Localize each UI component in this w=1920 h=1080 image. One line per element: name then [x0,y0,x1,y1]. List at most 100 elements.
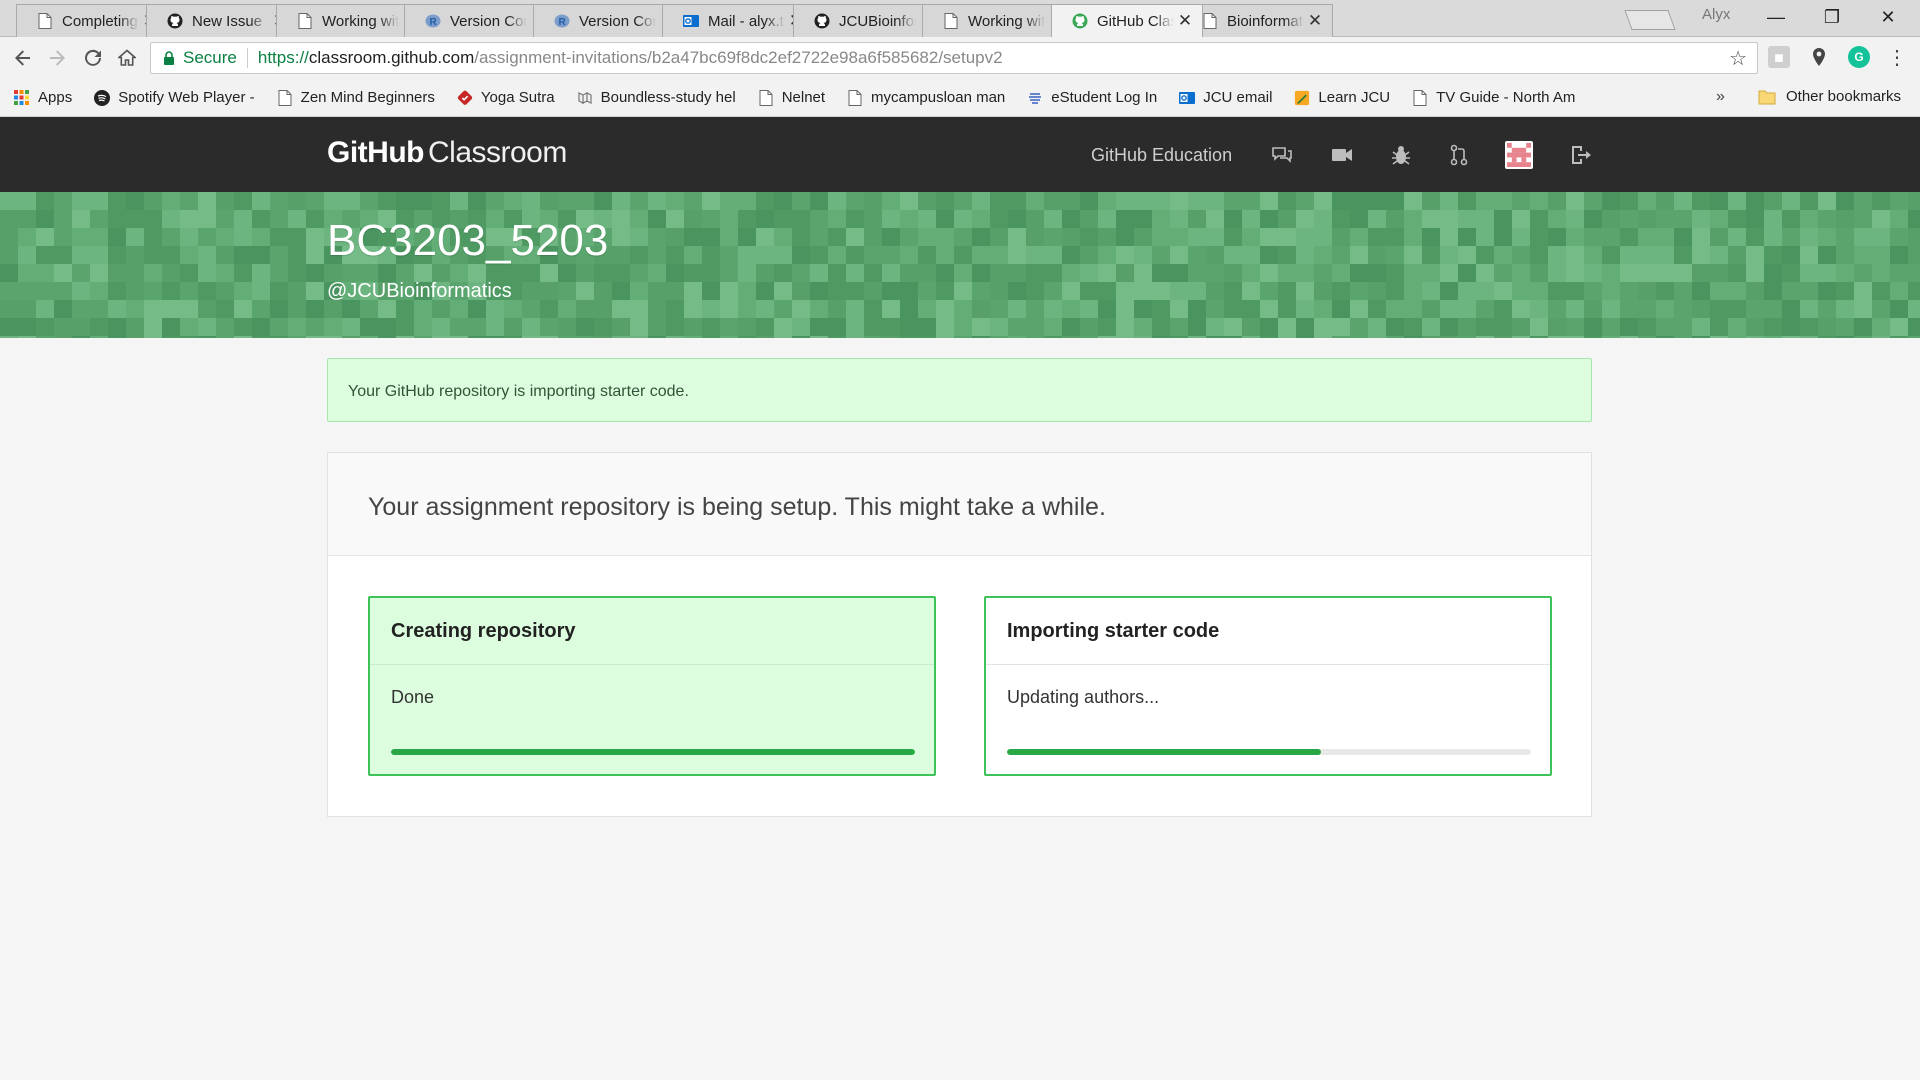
page-icon [37,13,53,29]
bookmark-item[interactable]: Spotify Web Player - [94,89,255,106]
reload-button[interactable] [80,45,106,71]
bookmark-label: eStudent Log In [1051,89,1158,106]
bookmark-item[interactable]: Learn JCU [1294,89,1390,106]
progress-fill [391,749,915,755]
page-icon [943,13,959,29]
bookmark-star-icon[interactable]: ☆ [1729,46,1747,71]
tab-title: Completing [62,12,138,30]
bookmark-item[interactable]: Boundless-study hel [577,89,736,106]
github-icon [814,13,830,29]
tab-close-icon[interactable]: ✕ [1174,11,1196,31]
logo-classroom-text: Classroom [427,136,567,169]
back-button[interactable] [10,45,36,71]
bookmark-label: Nelnet [781,89,826,106]
github-classroom-icon [1072,13,1088,29]
spotify-icon [94,89,111,106]
reload-icon [85,49,101,66]
back-arrow-icon [15,50,30,66]
new-tab-button[interactable] [1624,10,1676,30]
identicon-icon [1507,143,1531,167]
page-icon [297,13,313,29]
tab-close-icon[interactable]: ✕ [1304,11,1326,31]
tab-title: Version Contr [579,12,656,30]
outlook-icon [1179,90,1196,106]
extension-icon[interactable]: ◼ [1768,46,1790,68]
svg-text:R: R [559,17,567,28]
setup-heading: Your assignment repository is being setu… [328,453,1591,556]
forward-button[interactable] [44,45,70,71]
step-creating-repository: Creating repository Done [368,596,936,776]
bookmark-label: Yoga Sutra [480,89,555,106]
bookmarks-bar: Apps Spotify Web Player - Zen Mind Beginne… [0,79,1920,117]
bookmark-item[interactable]: Apps [14,89,72,106]
folder-icon [1758,90,1776,104]
location-extension-icon[interactable] [1808,46,1830,68]
pull-request-icon[interactable] [1447,143,1471,167]
bookmark-item[interactable]: Nelnet [758,89,825,106]
bookmark-item[interactable]: mycampusloan man [847,89,1005,106]
browser-tab-strip: Completing ✕ New Issue · e ✕ Working with ✕ R V… [0,0,1920,37]
bookmark-label: JCU email [1203,89,1273,106]
grammarly-glyph: G [1854,50,1864,64]
github-education-link[interactable]: GitHub Education [1091,145,1232,166]
address-separator [246,48,248,68]
grammarly-icon[interactable]: G [1848,46,1870,68]
step-status: Done [391,687,435,707]
bug-icon[interactable] [1389,143,1413,167]
progress-bar [391,749,915,755]
tab-title: New Issue · e [192,12,269,30]
bookmark-item[interactable]: JCU email [1179,89,1272,106]
bookmark-label: Zen Mind Beginners [300,89,435,106]
setup-panel: Your assignment repository is being setu… [327,452,1592,817]
r-icon: R [554,13,570,29]
maximize-button[interactable]: ❐ [1812,4,1852,30]
logo-github-text: GitHub [327,136,424,169]
progress-fill [1007,749,1322,755]
profile-name[interactable]: Alyx [1702,6,1730,23]
avatar[interactable] [1505,141,1533,169]
url-host: classroom.github.com [308,48,475,67]
bookmark-item[interactable]: Yoga Sutra [457,89,555,106]
sign-out-icon[interactable] [1569,143,1593,167]
browser-tab[interactable]: GitHub Class✕ [1051,4,1203,37]
video-icon[interactable] [1330,143,1354,167]
close-window-button[interactable]: ✕ [1868,4,1908,30]
forward-arrow-icon [50,50,65,66]
browser-tab[interactable]: Mail - alyx.te✕ [662,4,814,37]
step-importing-starter-code: Importing starter code Updating authors.… [984,596,1552,776]
feedback-icon[interactable] [1270,143,1294,167]
tab-title: Version Contr [450,12,527,30]
step-title: Importing starter code [986,598,1550,665]
flash-message: Your GitHub repository is importing star… [327,358,1592,422]
bookmark-item[interactable]: Zen Mind Beginners [277,89,435,106]
estudent-icon [1027,90,1043,106]
minimize-button[interactable]: — [1756,4,1796,30]
github-classroom-logo[interactable]: GitHub Classroom [327,136,567,170]
page-icon [1412,89,1428,106]
pin-icon [1813,48,1825,66]
bookmark-label: mycampusloan man [871,89,1006,106]
tab-title: Bioinformatic [1227,12,1304,30]
tab-title: Working with [968,12,1045,30]
course-hero-banner: BC3203_5203 @JCUBioinformatics [0,192,1920,338]
bookmark-item[interactable]: eStudent Log In [1027,89,1157,106]
home-icon [118,49,136,66]
address-bar[interactable]: Secure https://classroom.github.com/assi… [150,42,1758,74]
course-title: BC3203_5203 [327,216,609,265]
flash-message-text: Your GitHub repository is importing star… [348,383,689,400]
other-bookmarks-label: Other bookmarks [1786,88,1902,105]
outlook-icon [683,13,699,29]
kebab-menu-icon: ⋮ [1887,47,1907,69]
other-bookmarks[interactable]: Other bookmarks [1758,88,1901,105]
bookmark-item[interactable]: TV Guide - North Am [1412,89,1575,106]
learnjcu-icon [1294,90,1310,106]
tab-title: Working with [322,12,399,30]
chrome-menu-button[interactable]: ⋮ [1884,45,1910,71]
organization-name: @JCUBioinformatics [327,280,512,302]
bookmark-label: TV Guide - North Am [1436,89,1576,106]
apps-grid-icon [14,89,30,106]
home-button[interactable] [114,45,140,71]
browser-tab[interactable]: Bioinformatic✕ [1181,4,1333,37]
bookmarks-overflow-button[interactable]: » [1716,88,1725,106]
bookmark-label: Boundless-study hel [600,89,736,106]
